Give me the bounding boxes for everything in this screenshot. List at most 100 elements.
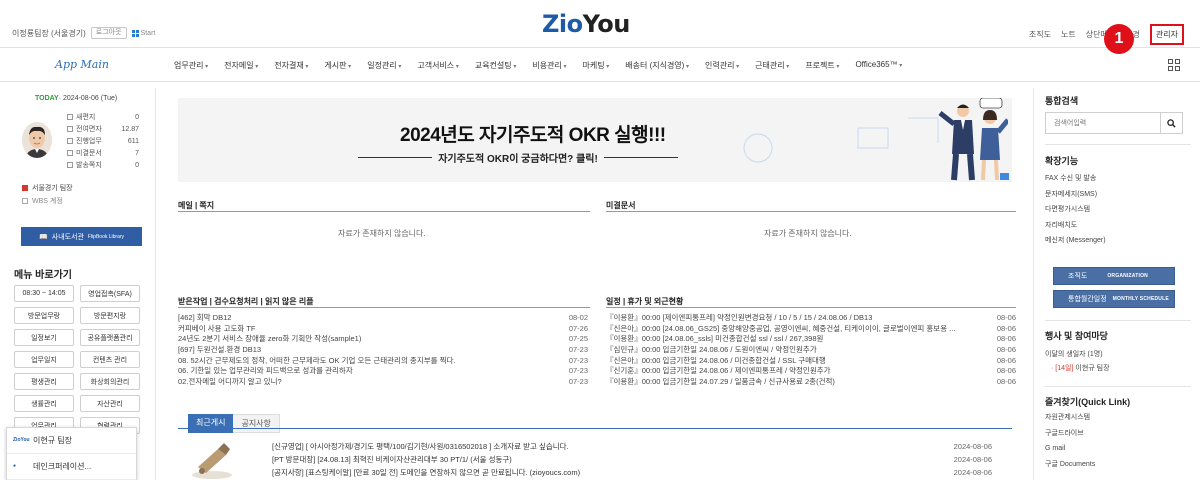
events-title: 행사 및 참여마당 (1045, 331, 1108, 341)
top-link-note[interactable]: 노트 (1061, 29, 1076, 45)
quick-link-drive[interactable]: 구글드라이브 (1045, 426, 1095, 442)
nav-item-knowledge[interactable]: 배송터 (지식경영) (625, 60, 689, 71)
zioyou-logo[interactable]: ZioYou (542, 10, 630, 38)
shortcut-button[interactable]: 일정보기 (14, 329, 74, 346)
list-item[interactable]: 02.전자메일 어디까지 알고 있니? 07-23 (178, 377, 588, 388)
shortcut-button[interactable]: 영업접촉(SFA) (80, 285, 140, 302)
work-panel-title[interactable]: 받은작업 | 검수요청처리 | 읽지 않은 리플 (178, 296, 314, 307)
search-input[interactable] (1046, 113, 1160, 133)
tab-recent-posts[interactable]: 최근게시 (188, 414, 234, 433)
team-label: 서울경기 팀장 (32, 185, 73, 192)
note-icon (67, 162, 73, 168)
app-main-link[interactable]: App Main (55, 58, 109, 71)
start-button[interactable]: Start (131, 29, 155, 37)
list-item[interactable]: 『심민규』00:00 입금기한일 24.08.06 / 도원이엔씨 / 약정인원… (606, 345, 1016, 356)
shortcut-button[interactable]: 업무일지 (14, 351, 74, 368)
tab-notices[interactable]: 공지사항 (233, 414, 280, 433)
extension-item-evaluation[interactable]: 다면평가시스템 (1045, 202, 1106, 218)
item-title: 『신은아』00:00 [24.08.06_GS25] 중앙해양중공업, 공영이엔… (606, 323, 956, 333)
shortcut-button[interactable]: 08:30 ~ 14:05 (14, 285, 74, 302)
top-link-org-chart[interactable]: 조직도 (1029, 29, 1051, 45)
stat-label: 전여면자 (76, 126, 102, 133)
extension-item-sms[interactable]: 문자메세지(SMS) (1045, 187, 1106, 203)
nav-item-attendance[interactable]: 근태관리 (755, 60, 789, 71)
stat-row[interactable]: 전여면자 12.87 (67, 124, 139, 136)
list-item[interactable]: 『신기훈』00:00 입금기한일 24.08.06 / 제이엔피통프레 / 약정… (606, 366, 1016, 377)
shortcut-button[interactable]: 생률관리 (14, 395, 74, 412)
ad-info-icon[interactable] (1000, 173, 1009, 180)
org-chart-button[interactable]: 조직도 ORGANIZATION (1053, 267, 1175, 285)
shortcut-button[interactable]: 방문업무랑 (14, 307, 74, 324)
item-title: 『이용환』00:00 [24.08.06_ssls] 미건종합건설 ssl / … (606, 334, 824, 344)
search-button[interactable] (1160, 113, 1182, 133)
nav-item-marketing[interactable]: 마케팅 (582, 60, 609, 71)
table-row[interactable]: [PT 방문대장] [24.08.13] 최혁진 비케이자산관리대부 30 PT… (272, 453, 992, 466)
table-row[interactable]: [공지사항] [표스팅케이알] [만료 30일 전] 도메인을 연장하지 않으면… (272, 466, 992, 479)
messenger-contact[interactable]: ZioYou 이현규 팀장 (7, 428, 136, 454)
messenger-contact[interactable]: ● 데인크퍼레이션... (7, 454, 136, 480)
list-item[interactable]: 24년도 2분기 서비스 장애율 zero화 기획안 작성(sample1) 07… (178, 334, 588, 345)
shortcut-button[interactable]: 평생관리 (14, 373, 74, 390)
extension-item-fax[interactable]: FAX 수신 및 발송 (1045, 171, 1106, 187)
nav-item-cost[interactable]: 비용관리 (532, 60, 566, 71)
list-item[interactable]: 06. 기한일 있는 업무관리와 피드백으로 성과를 관리하자 07-23 (178, 366, 588, 377)
list-item[interactable]: 『이용환』00:00 [24.08.06_ssls] 미건종합건설 ssl / … (606, 334, 1016, 345)
quick-link-gmail[interactable]: G mail (1045, 441, 1095, 457)
extensions-list: FAX 수신 및 발송 문자메세지(SMS) 다면평가시스템 자리배치도 메신저… (1045, 171, 1106, 249)
nav-item-approval[interactable]: 전자결재 (274, 60, 308, 71)
shortcut-button[interactable]: 컨텐츠 관리 (80, 351, 140, 368)
list-item[interactable]: 커피베이 사용 고도화 TF 07-26 (178, 324, 588, 335)
nav-item-mail[interactable]: 전자메일 (224, 60, 258, 71)
pending-panel-title[interactable]: 미결문서 (606, 200, 635, 211)
list-item[interactable]: 『이용환』00:00 [제이엔피통프레] 약정인원변경요청 / 10 / 5 /… (606, 313, 1016, 324)
okr-banner[interactable]: 2024년도 자기주도적 OKR 실행!!! 자기주도적 OKR이 궁금하다면?… (178, 98, 1012, 182)
stat-row[interactable]: 진행업무 611 (67, 136, 139, 148)
user-info: 이정룡팀장 (서울경기) 로그아웃 Start (12, 27, 155, 39)
nav-item-customer[interactable]: 고객서비스 (417, 60, 459, 71)
wbs-account[interactable]: WBS 계정 (22, 196, 63, 206)
mail-panel-title[interactable]: 메일 | 쪽지 (178, 200, 214, 211)
shortcut-button[interactable]: 자산관리 (80, 395, 140, 412)
birthday-summary[interactable]: 이달의 생일자 (1명) (1045, 349, 1103, 359)
list-item[interactable]: 『이용환』00:00 입금기한일 24.07.29 / 일품금속 / 신규사용료… (606, 377, 1016, 388)
quick-link-resource[interactable]: 자원관제시스템 (1045, 410, 1095, 426)
nav-item-schedule[interactable]: 일정관리 (367, 60, 401, 71)
shortcut-button[interactable]: 공유플랫폼관리 (80, 329, 140, 346)
nav-item-project[interactable]: 프로젝트 (805, 60, 839, 71)
top-link-admin[interactable]: 관리자 (1149, 24, 1184, 45)
stat-row[interactable]: 발송쪽지 0 (67, 160, 139, 172)
list-item[interactable]: [462] 회막 DB12 08-02 (178, 313, 588, 324)
nav-item-office365[interactable]: Office365™ (855, 60, 902, 71)
monthly-schedule-button[interactable]: 통합월간일정 MONTHLY SCHEDULE (1053, 290, 1175, 308)
zioyou-mini-icon: ZioYou (13, 436, 30, 443)
stat-row[interactable]: 새편지 0 (67, 112, 139, 124)
list-item[interactable]: 『신은아』00:00 [24.08.06_GS25] 중앙해양중공업, 공영이엔… (606, 324, 1016, 335)
nav-item-work[interactable]: 업무관리 (174, 60, 208, 71)
stat-value: 611 (127, 138, 139, 145)
today-date: TODAY· 2024-08-06 (Tue) (35, 95, 117, 102)
quick-link-docs[interactable]: 구글 Documents (1045, 457, 1095, 473)
grid-menu-icon[interactable] (1168, 59, 1180, 71)
extension-item-messenger[interactable]: 메신저 (Messenger) (1045, 233, 1106, 249)
flipbook-library-button[interactable]: 📖 사내도서관 FlipBook Library (21, 227, 142, 246)
shortcut-button[interactable]: 방문편지랑 (80, 307, 140, 324)
stat-row[interactable]: 미결문서 7 (67, 148, 139, 160)
avatar[interactable] (22, 122, 52, 158)
logout-button[interactable]: 로그아웃 (90, 27, 127, 39)
nav-item-education[interactable]: 교육컨설팅 (475, 60, 517, 71)
item-title: 06. 기한일 있는 업무관리와 피드백으로 성과를 관리하자 (178, 366, 353, 376)
birthday-name: 이현규 팀장 (1075, 365, 1110, 372)
list-item[interactable]: [697] 두원건설.환경 DB13 07-23 (178, 345, 588, 356)
menu-shortcuts: 08:30 ~ 14:05 영업접촉(SFA) 방문업무랑 방문편지랑 일정보기… (14, 285, 142, 434)
item-date: 08-06 (996, 323, 1016, 333)
birthday-person[interactable]: · [14일] 이현규 팀장 (1051, 363, 1110, 373)
table-row[interactable]: [신규영업] [ 아시아정가제/경기도 평택/100/김기현/사원/031650… (272, 440, 992, 453)
list-item[interactable]: 08. 52시간 근무제도의 정착, 어떠한 근무제라도 OK 기업 오든 근태… (178, 356, 588, 367)
divider-line (358, 157, 433, 158)
nav-item-board[interactable]: 게시판 (324, 60, 351, 71)
nav-item-hr[interactable]: 인력관리 (705, 60, 739, 71)
schedule-panel-title[interactable]: 일정 | 휴가 및 외근현황 (606, 296, 683, 307)
list-item[interactable]: 『신은아』00:00 입금기한일 24.08.06 / 미건종합건설 / SSL… (606, 356, 1016, 367)
shortcut-button[interactable]: 화상회의관리 (80, 373, 140, 390)
extension-item-seat-map[interactable]: 자리배치도 (1045, 218, 1106, 234)
